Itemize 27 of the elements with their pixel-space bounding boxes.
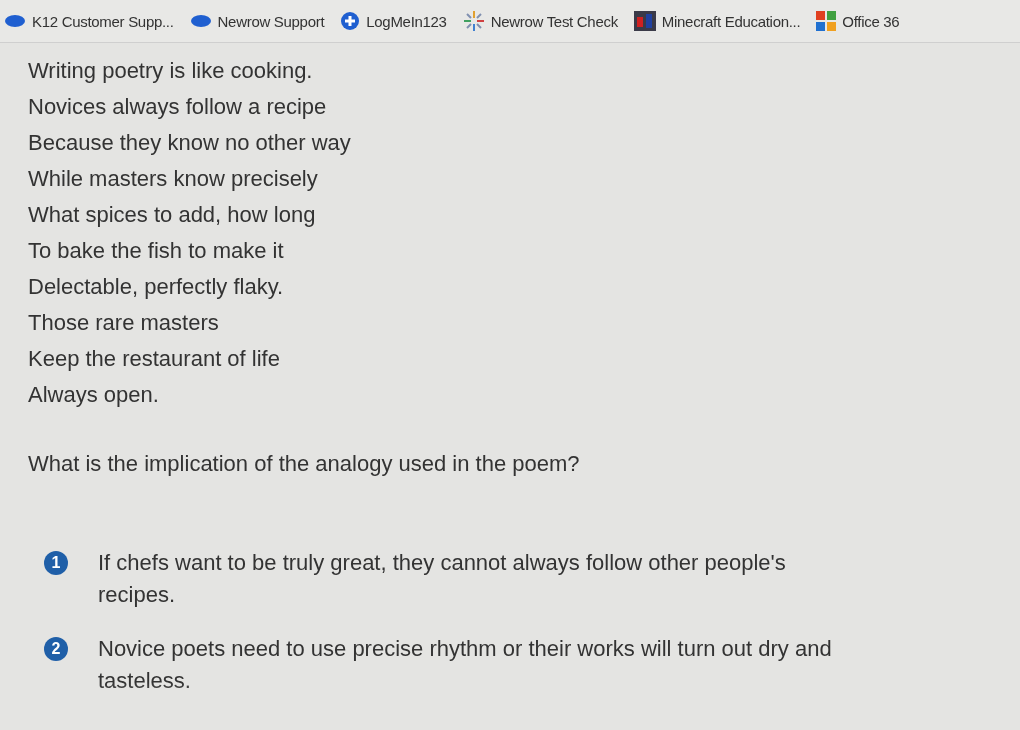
sparkle-icon bbox=[462, 10, 485, 32]
option-number[interactable]: 1 bbox=[44, 551, 68, 575]
poem-line: To bake the fish to make it bbox=[28, 237, 285, 265]
grid-icon bbox=[816, 11, 837, 31]
poem-line: Those rare masters bbox=[28, 309, 220, 337]
bookmark-link[interactable]: LogMeIn123 bbox=[340, 11, 447, 31]
cloud-icon bbox=[189, 14, 212, 28]
bookmark-link[interactable]: Office 36 bbox=[816, 11, 900, 31]
bookmark-link[interactable]: Minecraft Education... bbox=[633, 11, 801, 31]
poem-line: Keep the restaurant of life bbox=[28, 345, 281, 373]
tile-icon bbox=[633, 11, 656, 31]
bookmark-link[interactable]: Newrow Support bbox=[189, 12, 325, 30]
poem-line: What spices to add, how long bbox=[28, 201, 317, 229]
poem-line: Delectable, perfectly flaky. bbox=[28, 273, 285, 301]
poem-line: Always open. bbox=[28, 381, 160, 409]
bookmark-link[interactable]: Newrow Test Check bbox=[462, 10, 618, 32]
poem-line: Writing poetry is like cooking. bbox=[28, 57, 314, 85]
option-text[interactable]: Novice poets need to use precise rhythm or their works will turn out dry and tasteless. bbox=[98, 633, 848, 697]
option-text[interactable]: If chefs want to be truly great, they cannot always follow other people's recipes. bbox=[98, 547, 848, 611]
question-text: What is the implication of the analogy used in the poem? bbox=[28, 451, 581, 477]
option-number[interactable]: 2 bbox=[44, 637, 68, 661]
poem-line: Because they know no other way bbox=[28, 129, 352, 157]
poem-line: Novices always follow a recipe bbox=[28, 93, 328, 121]
poem-line: While masters know precisely bbox=[28, 165, 319, 193]
bookmark-link[interactable]: K12 Customer Supp... bbox=[4, 12, 174, 30]
cloud-icon bbox=[4, 14, 26, 28]
plus-circle-icon bbox=[340, 11, 361, 31]
